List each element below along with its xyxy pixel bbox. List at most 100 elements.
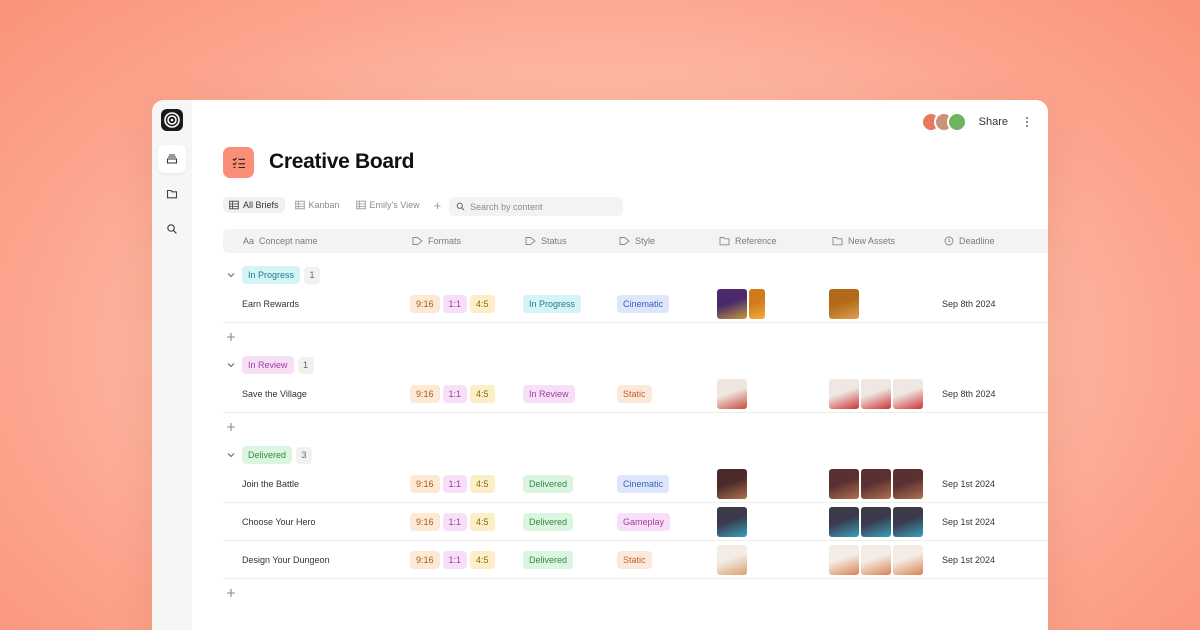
cell-style: Static xyxy=(617,375,652,413)
tab-emilys-view[interactable]: Emily's View xyxy=(350,197,426,213)
deadline-date[interactable]: Sep 1st 2024 xyxy=(942,517,995,527)
cell-reference xyxy=(717,541,749,579)
table-row[interactable]: Design Your Dungeon 9:16 1:1 4:5 Delivered St… xyxy=(223,541,1048,579)
chevron-down-icon[interactable] xyxy=(223,357,239,373)
image-thumbnail[interactable] xyxy=(893,469,923,499)
cell-concept: Choose Your Hero xyxy=(242,503,316,541)
cell-formats: 9:16 1:1 4:5 xyxy=(410,541,498,579)
image-thumbnail[interactable] xyxy=(861,545,891,575)
group-count-badge: 1 xyxy=(304,266,321,284)
image-thumbnail[interactable] xyxy=(893,545,923,575)
image-thumbnail[interactable] xyxy=(829,379,859,409)
image-thumbnail[interactable] xyxy=(829,507,859,537)
format-tag: 9:16 xyxy=(410,475,440,493)
format-tag: 1:1 xyxy=(442,295,468,313)
deadline-date[interactable]: Sep 1st 2024 xyxy=(942,479,995,489)
column-style[interactable]: Style xyxy=(619,229,655,253)
checklist-icon xyxy=(223,147,254,178)
image-thumbnail[interactable] xyxy=(717,289,747,319)
status-badge[interactable]: Delivered xyxy=(523,475,574,493)
sidebar-rail xyxy=(152,100,192,630)
table-row[interactable]: Earn Rewards 9:16 1:1 4:5 In Progress Cinemat… xyxy=(223,285,1048,323)
image-thumbnail[interactable] xyxy=(861,469,891,499)
search-icon[interactable] xyxy=(158,215,186,243)
column-status[interactable]: Status xyxy=(525,229,567,253)
status-badge[interactable]: In Review xyxy=(523,385,575,403)
text-type-icon: Aa xyxy=(243,236,255,246)
format-tag: 4:5 xyxy=(470,385,495,403)
style-badge[interactable]: Cinematic xyxy=(617,475,670,493)
deadline-date[interactable]: Sep 8th 2024 xyxy=(942,389,996,399)
concept-name[interactable]: Save the Village xyxy=(242,389,307,399)
concept-name[interactable]: Design Your Dungeon xyxy=(242,555,330,565)
group-status-pill: In Review xyxy=(242,356,294,374)
image-thumbnail[interactable] xyxy=(893,379,923,409)
inbox-icon[interactable] xyxy=(158,145,186,173)
format-tag: 4:5 xyxy=(470,475,495,493)
folder-icon[interactable] xyxy=(158,180,186,208)
tag-icon xyxy=(619,237,630,245)
add-view-button[interactable]: + xyxy=(430,198,446,213)
column-new-assets[interactable]: New Assets xyxy=(832,229,895,253)
group-header: In Progress 1 xyxy=(223,266,321,284)
concept-name[interactable]: Earn Rewards xyxy=(242,299,299,309)
tab-kanban[interactable]: Kanban xyxy=(289,197,346,213)
image-thumbnail[interactable] xyxy=(829,545,859,575)
status-badge[interactable]: In Progress xyxy=(523,295,582,313)
app-logo-icon[interactable] xyxy=(161,109,183,131)
cell-new-assets xyxy=(829,285,861,323)
cell-deadline: Sep 8th 2024 xyxy=(942,375,996,413)
concept-name[interactable]: Join the Battle xyxy=(242,479,299,489)
column-concept-name[interactable]: Aa Concept name xyxy=(243,229,318,253)
chevron-down-icon[interactable] xyxy=(223,447,239,463)
image-thumbnail[interactable] xyxy=(717,469,747,499)
deadline-date[interactable]: Sep 8th 2024 xyxy=(942,299,996,309)
image-thumbnail[interactable] xyxy=(893,507,923,537)
image-thumbnail[interactable] xyxy=(829,289,859,319)
image-thumbnail[interactable] xyxy=(749,289,765,319)
tab-all-briefs[interactable]: All Briefs xyxy=(223,197,285,213)
column-reference[interactable]: Reference xyxy=(719,229,777,253)
share-button[interactable]: Share xyxy=(979,116,1008,128)
app-window: Share Creative Board All Briefs Kanban E… xyxy=(152,100,1048,630)
chevron-down-icon[interactable] xyxy=(223,267,239,283)
folder-icon xyxy=(832,237,843,246)
image-thumbnail[interactable] xyxy=(717,545,747,575)
style-badge[interactable]: Gameplay xyxy=(617,513,671,531)
group-header: Delivered 3 xyxy=(223,446,313,464)
image-thumbnail[interactable] xyxy=(717,379,747,409)
collaborator-avatars[interactable] xyxy=(920,112,967,132)
table-row[interactable]: Choose Your Hero 9:16 1:1 4:5 Delivered Gamep… xyxy=(223,503,1048,541)
add-row-icon[interactable] xyxy=(225,421,237,433)
style-badge[interactable]: Cinematic xyxy=(617,295,670,313)
more-options-icon[interactable] xyxy=(1020,115,1034,129)
clock-icon xyxy=(944,236,954,246)
style-badge[interactable]: Static xyxy=(617,385,652,403)
search-box xyxy=(449,197,623,216)
concept-name[interactable]: Choose Your Hero xyxy=(242,517,316,527)
column-deadline[interactable]: Deadline xyxy=(944,229,995,253)
tag-icon xyxy=(525,237,536,245)
style-badge[interactable]: Static xyxy=(617,551,652,569)
group-count-badge: 3 xyxy=(296,446,313,464)
image-thumbnail[interactable] xyxy=(829,469,859,499)
image-thumbnail[interactable] xyxy=(717,507,747,537)
deadline-date[interactable]: Sep 1st 2024 xyxy=(942,555,995,565)
status-badge[interactable]: Delivered xyxy=(523,513,574,531)
format-tag: 1:1 xyxy=(442,475,468,493)
search-input[interactable] xyxy=(470,201,610,212)
image-thumbnail[interactable] xyxy=(861,379,891,409)
table-header: Aa Concept name Formats Status Style Ref… xyxy=(223,229,1048,253)
add-row-icon[interactable] xyxy=(225,331,237,343)
cell-style: Gameplay xyxy=(617,503,671,541)
status-badge[interactable]: Delivered xyxy=(523,551,574,569)
column-formats[interactable]: Formats xyxy=(412,229,461,253)
cell-reference xyxy=(717,375,749,413)
add-row-icon[interactable] xyxy=(225,587,237,599)
image-thumbnail[interactable] xyxy=(861,507,891,537)
table-row[interactable]: Save the Village 9:16 1:1 4:5 In Review Stati… xyxy=(223,375,1048,413)
cell-style: Cinematic xyxy=(617,465,670,503)
cell-status: Delivered xyxy=(523,503,574,541)
table-row[interactable]: Join the Battle 9:16 1:1 4:5 Delivered Cinema… xyxy=(223,465,1048,503)
cell-status: Delivered xyxy=(523,541,574,579)
